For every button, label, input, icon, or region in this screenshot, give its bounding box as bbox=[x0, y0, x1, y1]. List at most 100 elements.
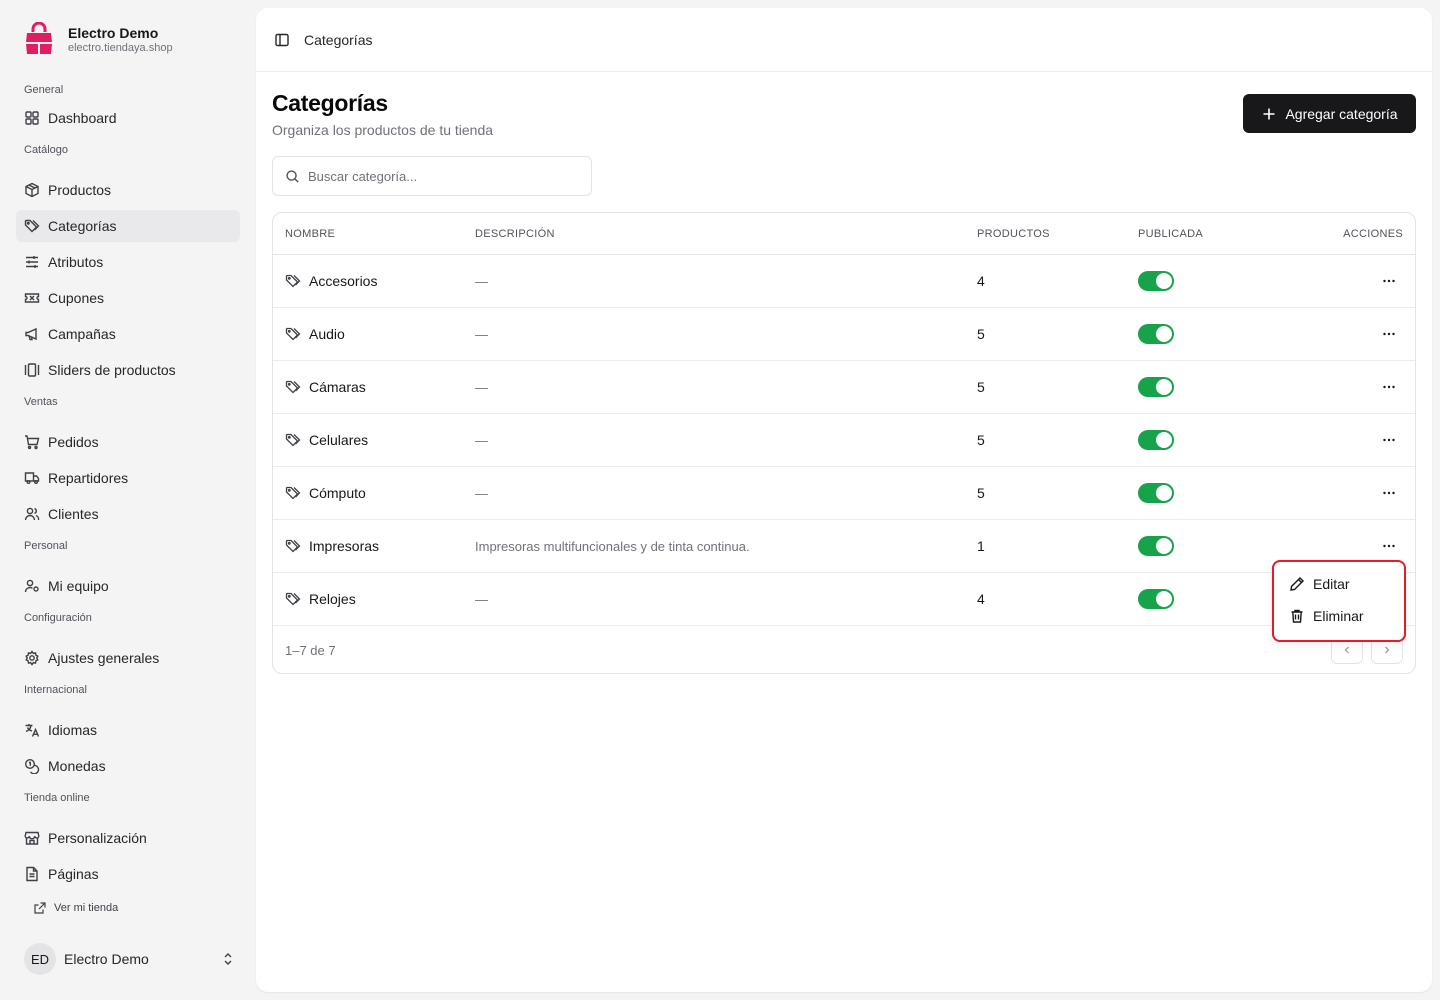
published-toggle[interactable] bbox=[1138, 271, 1174, 291]
translate-icon bbox=[25, 724, 40, 737]
header-name[interactable]: NOMBRE bbox=[273, 228, 463, 240]
tag-icon bbox=[24, 219, 40, 233]
category-name: Audio bbox=[309, 326, 345, 342]
more-horizontal-icon bbox=[1383, 385, 1395, 389]
category-description: — bbox=[475, 379, 488, 395]
file-icon bbox=[26, 866, 38, 882]
sidebar-item-sliders[interactable]: Sliders de productos bbox=[16, 354, 240, 386]
sidebar-toggle-icon[interactable] bbox=[274, 32, 290, 48]
nav-group-tienda-online: Tienda online bbox=[24, 792, 90, 804]
sidebar-item-cupones[interactable]: Cupones bbox=[16, 282, 240, 314]
sidebar-item-monedas[interactable]: Monedas bbox=[16, 750, 240, 782]
category-name: Impresoras bbox=[309, 538, 380, 554]
chevron-right-icon bbox=[1385, 646, 1390, 654]
nav-group-internacional: Internacional bbox=[24, 684, 87, 696]
add-category-button[interactable]: Agregar categoría bbox=[1243, 94, 1416, 133]
published-toggle[interactable] bbox=[1138, 430, 1174, 450]
store-icon bbox=[24, 831, 40, 845]
tag-icon bbox=[285, 433, 301, 447]
row-actions-button[interactable] bbox=[1375, 534, 1403, 558]
row-actions-button[interactable] bbox=[1375, 322, 1403, 346]
category-description: Impresoras multifuncionales y de tinta c… bbox=[475, 538, 750, 554]
sidebar-item-productos[interactable]: Productos bbox=[16, 174, 240, 206]
sidebar-item-label: Clientes bbox=[48, 506, 99, 522]
row-actions-button[interactable] bbox=[1375, 375, 1403, 399]
tag-icon bbox=[285, 592, 301, 606]
more-horizontal-icon bbox=[1383, 544, 1395, 548]
category-products: 5 bbox=[977, 432, 985, 448]
table-row[interactable]: Celulares — 5 bbox=[273, 414, 1415, 467]
sidebar-item-label: Repartidores bbox=[48, 470, 129, 486]
nav-group-personal: Personal bbox=[24, 540, 68, 552]
sidebar-item-label: Categorías bbox=[48, 218, 117, 234]
category-name: Celulares bbox=[309, 432, 369, 448]
view-store-link[interactable]: Ver mi tienda bbox=[16, 896, 240, 920]
sidebar-item-ajustes[interactable]: Ajustes generales bbox=[16, 642, 240, 674]
view-store-label: Ver mi tienda bbox=[54, 902, 119, 914]
table-row[interactable]: Cómputo — 5 bbox=[273, 467, 1415, 520]
row-actions-button[interactable] bbox=[1375, 428, 1403, 452]
category-products: 4 bbox=[977, 591, 985, 607]
brand-url: electro.tiendaya.shop bbox=[68, 41, 173, 54]
row-actions-menu: Editar Eliminar bbox=[1272, 560, 1406, 642]
published-toggle[interactable] bbox=[1138, 324, 1174, 344]
table-row[interactable]: Cámaras — 5 bbox=[273, 361, 1415, 414]
nav-group-ventas: Ventas bbox=[24, 396, 58, 408]
breadcrumb: Categorías bbox=[304, 31, 373, 48]
category-description: — bbox=[475, 326, 488, 342]
sidebar-item-dashboard[interactable]: Dashboard bbox=[16, 102, 240, 134]
brand-name: Electro Demo bbox=[68, 24, 159, 41]
sidebar-item-label: Cupones bbox=[48, 290, 105, 306]
table-footer: 1–7 de 7 bbox=[273, 626, 1415, 673]
nav-group-general: General bbox=[24, 84, 64, 96]
add-category-label: Agregar categoría bbox=[1285, 105, 1398, 122]
published-toggle[interactable] bbox=[1138, 483, 1174, 503]
sidebar-item-repartidores[interactable]: Repartidores bbox=[16, 462, 240, 494]
tag-icon bbox=[285, 327, 301, 341]
dashboard-icon bbox=[25, 111, 39, 125]
sidebar-item-label: Productos bbox=[48, 182, 112, 198]
sidebar-item-label: Campañas bbox=[48, 326, 116, 342]
table-row[interactable]: Audio — 5 bbox=[273, 308, 1415, 361]
more-horizontal-icon bbox=[1383, 279, 1395, 283]
category-name: Relojes bbox=[309, 591, 356, 607]
sidebar-item-label: Monedas bbox=[48, 758, 106, 774]
table-row[interactable]: Accesorios — 4 bbox=[273, 255, 1415, 308]
sidebar-item-atributos[interactable]: Atributos bbox=[16, 246, 240, 278]
categories-table: NOMBRE DESCRIPCIÓN PRODUCTOS PUBLICADA A… bbox=[272, 212, 1416, 674]
page-subtitle: Organiza los productos de tu tienda bbox=[272, 122, 494, 138]
tag-icon bbox=[285, 486, 301, 500]
ticket-icon bbox=[24, 293, 40, 303]
row-actions-button[interactable] bbox=[1375, 481, 1403, 505]
sidebar-item-paginas[interactable]: Páginas bbox=[16, 858, 240, 890]
category-description: — bbox=[475, 432, 488, 448]
search-input[interactable] bbox=[308, 168, 588, 184]
sidebar-item-campanas[interactable]: Campañas bbox=[16, 318, 240, 350]
sidebar-item-pedidos[interactable]: Pedidos bbox=[16, 426, 240, 458]
table-row[interactable]: Relojes — 4 bbox=[273, 573, 1415, 626]
user-menu[interactable]: ED Electro Demo bbox=[24, 942, 236, 976]
published-toggle[interactable] bbox=[1138, 536, 1174, 556]
sidebar-item-categorias[interactable]: Categorías bbox=[16, 210, 240, 242]
sidebar-item-personalizacion[interactable]: Personalización bbox=[16, 822, 240, 854]
edit-menu-item[interactable]: Editar bbox=[1280, 568, 1398, 600]
pagination-count: 1–7 de 7 bbox=[285, 642, 336, 658]
published-toggle[interactable] bbox=[1138, 377, 1174, 397]
tag-icon bbox=[285, 539, 301, 553]
sidebar-item-idiomas[interactable]: Idiomas bbox=[16, 714, 240, 746]
user-key-icon bbox=[24, 579, 39, 593]
delete-menu-item[interactable]: Eliminar bbox=[1280, 600, 1398, 632]
users-icon bbox=[24, 507, 40, 521]
published-toggle[interactable] bbox=[1138, 589, 1174, 609]
edit-label: Editar bbox=[1313, 576, 1350, 592]
table-row[interactable]: Impresoras Impresoras multifuncionales y… bbox=[273, 520, 1415, 573]
row-actions-button[interactable] bbox=[1375, 269, 1403, 293]
category-name: Cómputo bbox=[309, 485, 366, 501]
brand[interactable]: Electro Demo electro.tiendaya.shop bbox=[24, 22, 173, 56]
sidebar-item-mi-equipo[interactable]: Mi equipo bbox=[16, 570, 240, 602]
header-products[interactable]: PRODUCTOS bbox=[965, 228, 1126, 240]
category-products: 4 bbox=[977, 273, 985, 289]
sidebar-item-label: Personalización bbox=[48, 830, 147, 846]
category-products: 1 bbox=[977, 538, 985, 554]
sidebar-item-clientes[interactable]: Clientes bbox=[16, 498, 240, 530]
